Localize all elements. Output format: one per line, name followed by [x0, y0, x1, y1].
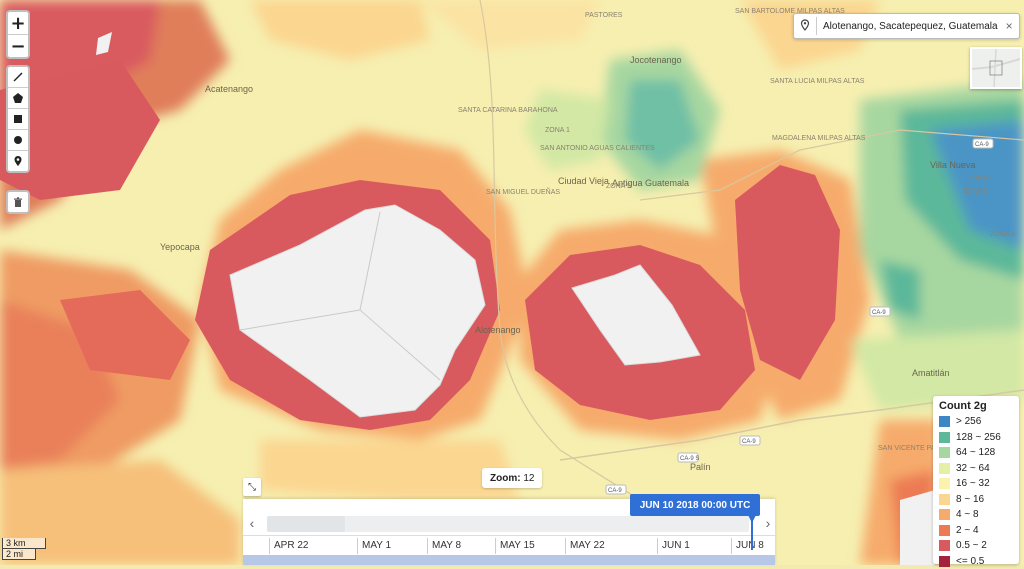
zoom-level-label: Zoom: 12	[482, 468, 542, 488]
legend-swatch	[939, 432, 950, 443]
collapse-timeline-button[interactable]: ⤡	[243, 478, 261, 496]
legend-swatch	[939, 556, 950, 567]
legend-item: 128 ~ 256	[939, 430, 1013, 446]
draw-toolbar	[6, 65, 30, 173]
clear-search-button[interactable]: ×	[1006, 19, 1013, 33]
collapse-arrows-icon: ⤡	[248, 482, 256, 493]
legend-swatch	[939, 463, 950, 474]
location-pin-icon	[800, 19, 810, 34]
legend-item: > 256	[939, 414, 1013, 430]
legend-label: > 256	[956, 416, 981, 427]
road-label: CA-9	[975, 142, 989, 148]
legend-label: 2 ~ 4	[956, 525, 979, 536]
legend-label: 0.5 ~ 2	[956, 540, 987, 551]
legend-swatch	[939, 509, 950, 520]
zoom-out-button[interactable]: −	[8, 35, 28, 57]
legend-swatch	[939, 525, 950, 536]
place-label: Villa Nueva	[930, 160, 975, 170]
minimap[interactable]	[970, 47, 1022, 89]
line-icon[interactable]	[8, 67, 28, 88]
legend-item: <= 0.5	[939, 554, 1013, 569]
timeline-tick: JUN 8	[731, 538, 764, 554]
legend-swatch	[939, 540, 950, 551]
legend-label: 128 ~ 256	[956, 432, 1001, 443]
road-label: CA-9 S	[680, 456, 699, 462]
legend-label: 64 ~ 128	[956, 447, 995, 458]
road-label: CA-9	[872, 310, 886, 316]
legend-swatch	[939, 416, 950, 427]
legend-label: 16 ~ 32	[956, 478, 990, 489]
place-label: ZONA 1	[545, 127, 570, 134]
place-label: SANTA LUCIA MILPAS ALTAS	[770, 78, 865, 85]
legend-title: Count 2g	[939, 400, 1013, 412]
place-label: ZONA 5	[963, 188, 988, 195]
timeline-tick: MAY 15	[495, 538, 535, 554]
scale-metric: 3 km	[2, 538, 46, 549]
place-label: Amatitlán	[912, 368, 950, 378]
marker-icon[interactable]	[8, 151, 28, 171]
timeline-tick: MAY 8	[427, 538, 461, 554]
timeline-next-button[interactable]: ›	[761, 515, 775, 531]
place-label: ZONA 5	[606, 183, 631, 190]
rectangle-icon[interactable]	[8, 109, 28, 130]
legend-label: 8 ~ 16	[956, 494, 984, 505]
legend-swatch	[939, 494, 950, 505]
search-separator	[816, 17, 817, 35]
place-label: Palín	[690, 462, 711, 472]
place-label: Jocotenango	[630, 55, 682, 65]
place-label: ZONA 4	[990, 231, 1015, 238]
scale-imperial: 2 mi	[2, 549, 36, 560]
polygon-icon[interactable]	[8, 88, 28, 109]
search-location-text[interactable]: Alotenango, Sacatepequez, Guatemala	[823, 21, 998, 32]
timeline-tick: APR 22	[269, 538, 308, 554]
timeline-track[interactable]	[267, 516, 749, 532]
zoom-in-button[interactable]: +	[8, 12, 28, 35]
timeline-scrollbar[interactable]	[243, 555, 775, 565]
trash-icon[interactable]	[8, 192, 28, 212]
legend-label: 32 ~ 64	[956, 463, 990, 474]
legend-swatch	[939, 478, 950, 489]
zoom-level-value: 12	[523, 473, 534, 484]
legend-item: 16 ~ 32	[939, 476, 1013, 492]
place-label: Acatenango	[205, 84, 253, 94]
road-label: CA-9	[608, 488, 622, 494]
legend-item: 8 ~ 16	[939, 492, 1013, 508]
timeline-tick: MAY 22	[565, 538, 605, 554]
current-date-marker[interactable]	[751, 520, 753, 550]
timeline-tick: JUN 1	[657, 538, 690, 554]
legend-label: <= 0.5	[956, 556, 984, 567]
timeline-tick: MAY 1	[357, 538, 391, 554]
legend-swatch	[939, 447, 950, 458]
legend-item: 2 ~ 4	[939, 523, 1013, 539]
timeline-prev-button[interactable]: ‹	[245, 515, 259, 531]
delete-toolbar	[6, 190, 30, 214]
current-date-badge[interactable]: JUN 10 2018 00:00 UTC	[630, 494, 760, 516]
place-label: SANTA CATARINA BARAHONA	[458, 107, 558, 114]
legend-item: 64 ~ 128	[939, 445, 1013, 461]
place-label: Alotenango	[475, 325, 521, 335]
timeline-axis: APR 22 MAY 1 MAY 8 MAY 15 MAY 22 JUN 1 JUN 8	[243, 535, 775, 556]
location-search[interactable]: Alotenango, Sacatepequez, Guatemala ×	[793, 13, 1020, 39]
place-label: Ciudad Vieja	[558, 176, 609, 186]
timeline-range[interactable]	[267, 516, 345, 532]
place-label: SAN MIGUEL DUEÑAS	[486, 187, 560, 196]
zoom-control: + −	[6, 10, 30, 59]
place-label: SAN ANTONIO AGUAS CALIENTES	[540, 145, 655, 152]
place-label: PASTORES	[585, 12, 623, 19]
legend-item: 0.5 ~ 2	[939, 538, 1013, 554]
legend-item: 32 ~ 64	[939, 461, 1013, 477]
legend-label: 4 ~ 8	[956, 509, 979, 520]
legend-item: 4 ~ 8	[939, 507, 1013, 523]
place-label: MAGDALENA MILPAS ALTAS	[772, 135, 866, 142]
place-label: ZONA 1	[968, 175, 993, 182]
road-label: CA-9	[742, 439, 756, 445]
place-label: Yepocapa	[160, 242, 200, 252]
zoom-label-text: Zoom:	[490, 473, 521, 484]
legend: Count 2g > 256 128 ~ 256 64 ~ 128 32 ~ 64 16…	[933, 396, 1019, 564]
circle-icon[interactable]	[8, 130, 28, 151]
